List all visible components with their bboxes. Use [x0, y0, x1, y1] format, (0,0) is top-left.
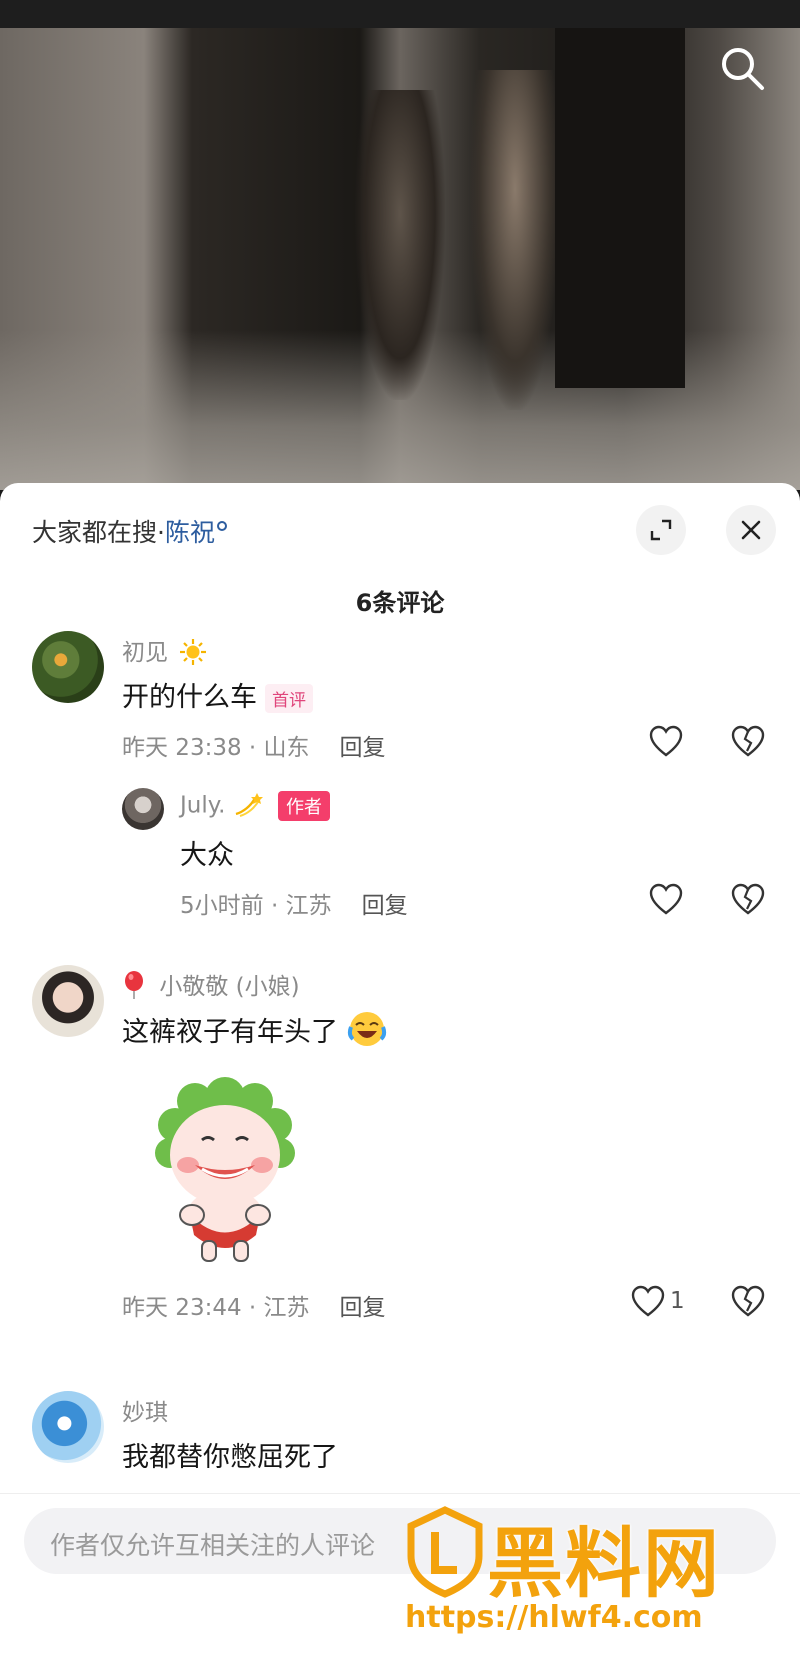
close-icon: [741, 520, 761, 540]
video-player[interactable]: [0, 0, 800, 490]
like-count: 1: [670, 1288, 685, 1314]
comment-username[interactable]: 小敬敬 (小娘): [122, 967, 300, 1001]
crying-laughing-icon: [347, 1012, 386, 1046]
hot-search[interactable]: 大家都在搜·陈祝: [32, 513, 227, 549]
comments-sheet: 大家都在搜·陈祝 6条评论 初见 开的什么车 首评 昨天 23:38 · 山东 …: [0, 483, 800, 1661]
search-icon[interactable]: [716, 42, 768, 94]
video-figure: [470, 70, 560, 410]
reply-button[interactable]: 回复: [362, 893, 408, 919]
comment-username[interactable]: 初见: [122, 633, 207, 667]
watermark-url: https://hlwf4.com: [405, 1600, 703, 1635]
broken-heart-icon: [731, 883, 765, 915]
like-button[interactable]: [648, 724, 684, 760]
search-small-icon: [216, 521, 227, 531]
like-button[interactable]: [630, 1284, 666, 1320]
author-badge: 作者: [278, 791, 331, 821]
dislike-button[interactable]: [730, 1284, 766, 1320]
expand-button[interactable]: [636, 505, 686, 555]
dizzy-icon: [235, 792, 263, 817]
heart-icon: [649, 725, 683, 757]
dislike-button[interactable]: [730, 882, 766, 918]
reply-meta: 5小时前 · 江苏 回复: [180, 886, 408, 920]
watermark: 黑料网 https://hlwf4.com: [405, 1502, 785, 1652]
reply-time-location: 5小时前 · 江苏: [180, 893, 332, 919]
comment-time-location: 昨天 23:44 · 江苏: [122, 1295, 310, 1321]
hot-search-keyword[interactable]: 陈祝: [165, 518, 215, 547]
comment-text: 我都替你憋屈死了: [122, 1442, 338, 1473]
reply-button[interactable]: 回复: [340, 1295, 386, 1321]
reply-username[interactable]: July. 作者: [180, 791, 331, 821]
close-button[interactable]: [726, 505, 776, 555]
avatar[interactable]: [32, 965, 104, 1037]
comment-count: 6条评论: [355, 589, 445, 617]
comment-meta: 昨天 23:38 · 山东 回复: [122, 728, 386, 762]
first-comment-badge: 首评: [265, 684, 313, 713]
reply-button[interactable]: 回复: [340, 735, 386, 761]
hot-search-prefix: 大家都在搜·: [32, 518, 165, 547]
comment-text: 开的什么车 首评: [122, 675, 313, 714]
comment-username[interactable]: 妙琪: [122, 1393, 168, 1427]
avatar[interactable]: [32, 631, 104, 703]
expand-icon: [650, 519, 672, 541]
balloon-icon: [125, 971, 143, 999]
clown-baby-sticker: [140, 1065, 310, 1265]
broken-heart-icon: [731, 1285, 765, 1317]
comment-time-location: 昨天 23:38 · 山东: [122, 735, 310, 761]
broken-heart-icon: [731, 725, 765, 757]
heart-icon: [631, 1285, 665, 1317]
avatar[interactable]: [32, 1391, 104, 1463]
comment-text: 这裤衩子有年头了: [122, 1009, 387, 1049]
video-door: [555, 28, 685, 388]
sun-icon: [180, 639, 207, 665]
like-button[interactable]: [648, 882, 684, 918]
comment-input-placeholder: 作者仅允许互相关注的人评论: [50, 1531, 376, 1560]
video-figure-shadow: [355, 90, 445, 400]
sheet-header: 大家都在搜·陈祝: [0, 483, 800, 555]
avatar[interactable]: [122, 788, 164, 830]
reply-text: 大众: [180, 840, 234, 871]
comment-meta: 昨天 23:44 · 江苏 回复: [122, 1288, 386, 1322]
watermark-logo-icon: [407, 1506, 483, 1598]
watermark-title: 黑料网: [487, 1519, 721, 1608]
heart-icon: [649, 883, 683, 915]
dislike-button[interactable]: [730, 724, 766, 760]
status-bar: [0, 0, 800, 28]
